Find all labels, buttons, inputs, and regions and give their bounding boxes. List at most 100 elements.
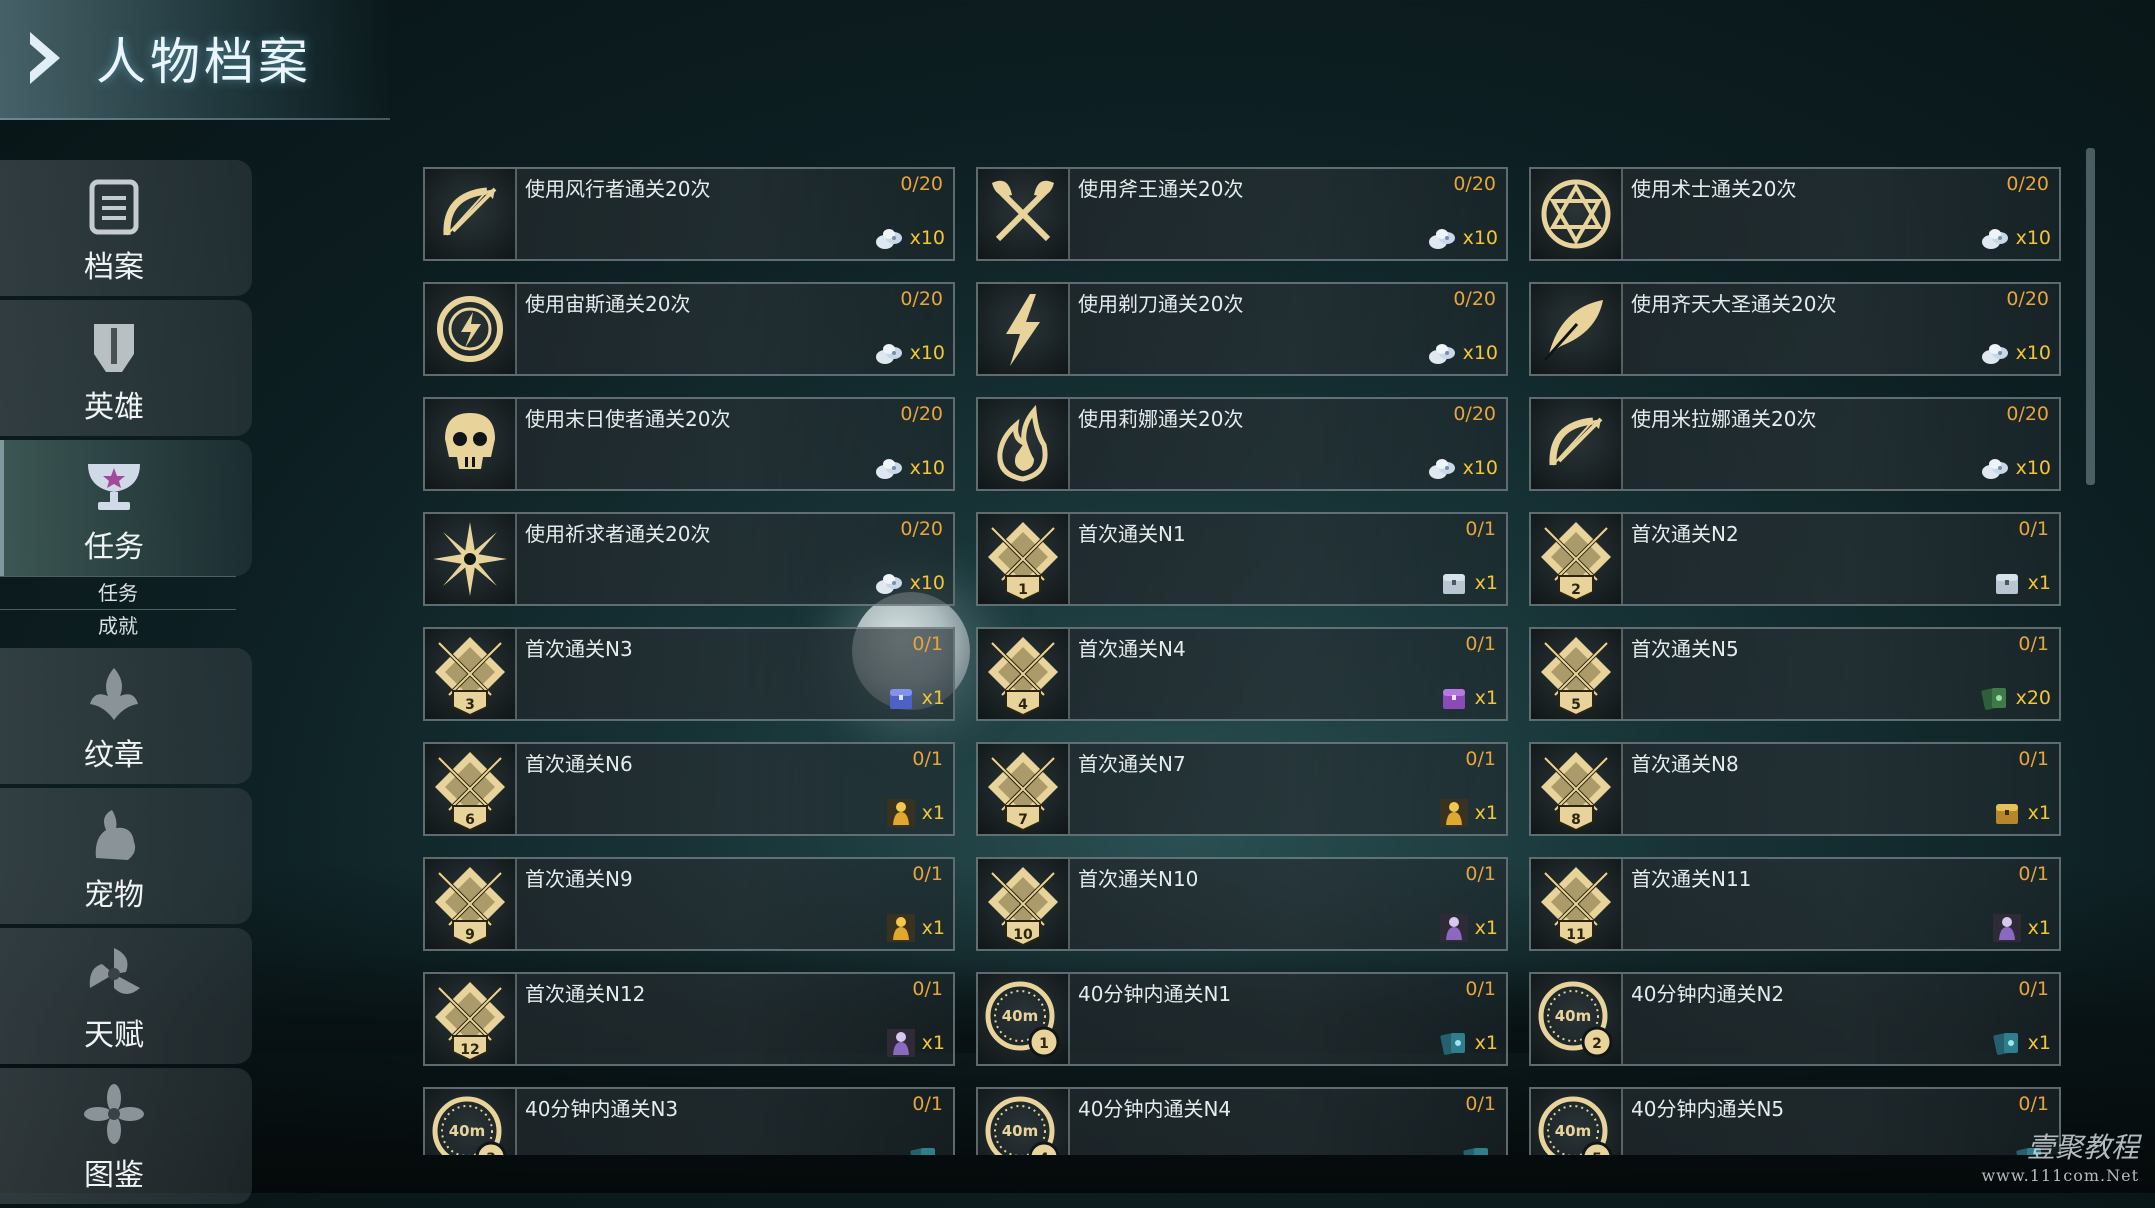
task-item[interactable]: 40m 4 40分钟内通关N4 0/1 <box>976 1087 1508 1155</box>
task-progress: 0/1 <box>2018 978 2049 1000</box>
task-name: 使用术士通关20次 <box>1631 177 1797 201</box>
task-reward: x1 <box>1439 913 1498 943</box>
task-name: 使用齐天大圣通关20次 <box>1631 292 1837 316</box>
task-item[interactable]: 10 首次通关N10 0/1 x1 <box>976 857 1508 951</box>
badge-number: 1 <box>1018 582 1028 598</box>
task-progress: 0/20 <box>900 173 943 195</box>
task-name: 首次通关N10 <box>1078 867 1199 891</box>
silver-chest-icon <box>1995 574 2018 594</box>
task-reward: x1 <box>886 683 945 713</box>
purple-figure-icon <box>1439 914 1468 942</box>
task-item[interactable]: 40m 1 40分钟内通关N1 0/1 x1 <box>976 972 1508 1066</box>
reward-count: x10 <box>1462 457 1498 479</box>
task-reward: x10 <box>1980 453 2051 483</box>
task-item[interactable]: 3 首次通关N3 0/1 x1 <box>423 627 955 721</box>
sidebar: 档案 英雄 任务 任务 成就 纹章 宠物 天赋 图鉴 <box>0 160 252 1208</box>
task-item[interactable]: 2 首次通关N2 0/1 x1 <box>1529 512 2061 606</box>
scrollbar-thumb[interactable] <box>2086 148 2095 485</box>
timer-40m-icon: 40m 5 <box>1538 1096 1613 1155</box>
pet-icon <box>95 810 136 860</box>
task-icon-frame <box>978 284 1070 374</box>
timer-40m-icon: 40m 3 <box>432 1096 507 1155</box>
reward-count: x20 <box>2015 687 2051 709</box>
task-name: 首次通关N9 <box>525 867 633 891</box>
badge-number: 4 <box>1018 697 1028 713</box>
task-icon-frame <box>1531 169 1623 259</box>
task-name: 40分钟内通关N1 <box>1078 982 1232 1006</box>
task-item[interactable]: 6 首次通关N6 0/1 x1 <box>423 742 955 836</box>
badge-number: 3 <box>486 1151 496 1155</box>
task-item[interactable]: 40m 3 40分钟内通关N3 0/1 <box>423 1087 955 1155</box>
reward-count: x1 <box>921 802 945 824</box>
task-item[interactable]: 7 首次通关N7 0/1 x1 <box>976 742 1508 836</box>
task-reward: x1 <box>1992 568 2051 598</box>
task-progress: 0/20 <box>1453 173 1496 195</box>
task-item[interactable]: 4 首次通关N4 0/1 x1 <box>976 627 1508 721</box>
task-item[interactable]: 40m 2 40分钟内通关N2 0/1 x1 <box>1529 972 2061 1066</box>
sidebar-item-heroes[interactable]: 英雄 <box>0 300 252 436</box>
task-item[interactable]: 11 首次通关N11 0/1 x1 <box>1529 857 2061 951</box>
sidebar-item-codex[interactable]: 图鉴 <box>0 1068 252 1204</box>
task-item[interactable]: 使用宙斯通关20次 0/20 x10 <box>423 282 955 376</box>
sidebar-item-pets[interactable]: 宠物 <box>0 788 252 924</box>
task-icon-frame <box>1531 284 1623 374</box>
task-item[interactable]: 使用术士通关20次 0/20 x10 <box>1529 167 2061 261</box>
reward-count: x1 <box>2027 1032 2051 1054</box>
submenu-item-achievements[interactable]: 成就 <box>0 609 236 642</box>
task-item[interactable]: 12 首次通关N12 0/1 x1 <box>423 972 955 1066</box>
reward-count: x10 <box>909 342 945 364</box>
reward-count: x1 <box>2027 802 2051 824</box>
task-item[interactable]: 使用祈求者通关20次 0/20 x10 <box>423 512 955 606</box>
page-title: 人物档案 <box>96 33 312 91</box>
badge-number: 8 <box>1571 812 1581 828</box>
task-item[interactable]: 使用莉娜通关20次 0/20 x10 <box>976 397 1508 491</box>
crossed-swords-badge-icon: 6 <box>435 752 505 832</box>
sidebar-item-profile[interactable]: 档案 <box>0 160 252 296</box>
task-item[interactable]: 使用风行者通关20次 0/20 x10 <box>423 167 955 261</box>
task-icon-frame: 40m 1 <box>978 974 1070 1064</box>
submenu-item-tasks[interactable]: 任务 <box>0 576 236 609</box>
blue-cards-icon <box>1993 1033 2018 1055</box>
golden-figure-icon <box>886 914 915 942</box>
task-progress: 0/1 <box>912 633 943 655</box>
reward-count: x10 <box>909 457 945 479</box>
task-item[interactable]: 9 首次通关N9 0/1 x1 <box>423 857 955 951</box>
reward-count: x10 <box>2015 342 2051 364</box>
task-icon-frame: 40m 4 <box>978 1089 1070 1155</box>
task-item[interactable]: 使用剃刀通关20次 0/20 x10 <box>976 282 1508 376</box>
task-item[interactable]: 1 首次通关N1 0/1 x1 <box>976 512 1508 606</box>
task-icon-frame: 7 <box>978 744 1070 834</box>
purple-figure-icon <box>886 1029 915 1057</box>
crossed-swords-badge-icon: 2 <box>1541 522 1611 602</box>
task-item[interactable]: 使用米拉娜通关20次 0/20 x10 <box>1529 397 2061 491</box>
task-name: 使用米拉娜通关20次 <box>1631 407 1817 431</box>
sidebar-item-label: 英雄 <box>84 390 144 425</box>
reward-count: x1 <box>2027 572 2051 594</box>
sidebar-item-talents[interactable]: 天赋 <box>0 928 252 1064</box>
badge-number: 5 <box>1592 1151 1602 1155</box>
sidebar-item-label: 图鉴 <box>84 1158 144 1193</box>
task-item[interactable]: 8 首次通关N8 0/1 x1 <box>1529 742 2061 836</box>
sidebar-item-emblems[interactable]: 纹章 <box>0 648 252 784</box>
task-progress: 0/20 <box>900 518 943 540</box>
badge-number: 2 <box>1571 582 1581 598</box>
gem-cluster-icon <box>875 574 902 594</box>
task-reward: x10 <box>1427 223 1498 253</box>
task-progress: 0/1 <box>912 978 943 1000</box>
gold-chest-icon <box>1995 804 2018 824</box>
sidebar-item-tasks[interactable]: 任务 <box>0 440 252 576</box>
task-progress: 0/1 <box>1465 863 1496 885</box>
crossed-swords-badge-icon: 9 <box>435 867 505 947</box>
gem-cluster-icon <box>1981 344 2008 364</box>
task-item[interactable]: 使用齐天大圣通关20次 0/20 x10 <box>1529 282 2061 376</box>
task-reward: x1 <box>886 798 945 828</box>
task-progress: 0/20 <box>1453 403 1496 425</box>
task-item[interactable]: 5 首次通关N5 0/1 x20 <box>1529 627 2061 721</box>
task-item[interactable]: 使用末日使者通关20次 0/20 x10 <box>423 397 955 491</box>
task-name: 40分钟内通关N2 <box>1631 982 1785 1006</box>
task-progress: 0/20 <box>2006 403 2049 425</box>
task-item[interactable]: 使用斧王通关20次 0/20 x10 <box>976 167 1508 261</box>
crossed-swords-badge-icon: 10 <box>988 867 1058 947</box>
badge-number: 3 <box>465 697 475 713</box>
chevron-right-icon[interactable] <box>26 28 66 88</box>
